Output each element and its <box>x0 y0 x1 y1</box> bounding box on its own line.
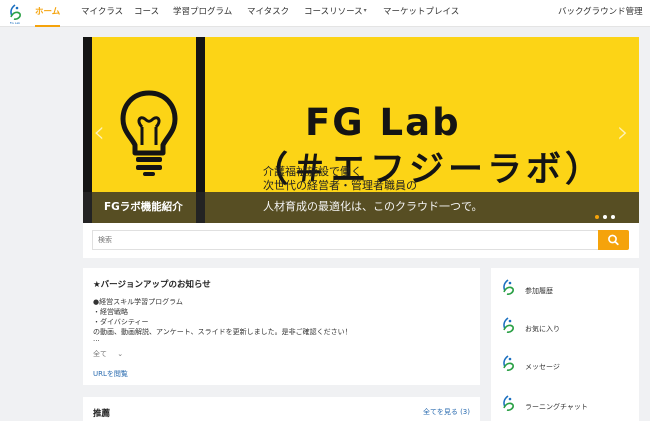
search-icon <box>608 234 619 246</box>
hero-banner[interactable]: FG Lab （＃エフジーラボ） 介護福祉施設で働く 次世代の経営者・管理者職員… <box>83 37 639 223</box>
nav-learning-program-label: 学習プログラム <box>173 7 233 17</box>
side-item-label: ラーニングチャット <box>525 403 588 411</box>
nav-course[interactable]: コース <box>134 0 159 27</box>
carousel-next-icon[interactable]: › <box>617 115 629 150</box>
announcement-ellipsis: ... <box>93 335 100 343</box>
carousel-prev-icon[interactable]: ‹ <box>93 115 105 150</box>
expand-all-toggle[interactable]: 全て ⌄ <box>93 349 123 359</box>
announcement-line: ・ダイバシティー <box>93 318 149 326</box>
nav-marketplace-label: マーケットプレイス <box>383 7 460 17</box>
side-item-favorites[interactable]: お気に入り <box>491 310 639 348</box>
announcement-card: ★バージョンアップのお知らせ ●経営スキル学習プログラム ・経営戦略 ・ダイバシ… <box>83 268 480 385</box>
fg-logo-icon <box>503 395 514 411</box>
announcement-body: ●経営スキル学習プログラム ・経営戦略 ・ダイバシティー の動画、動画解説、アン… <box>93 297 352 337</box>
chevron-down-icon: ⌄ <box>117 350 124 358</box>
side-item-learning-chat[interactable]: ラーニングチャット <box>491 388 639 421</box>
fg-logo-icon <box>503 279 514 295</box>
banner-caption-title: FGラボ機能紹介 <box>104 201 183 213</box>
logo-text: FG Lab <box>10 21 21 25</box>
nav-my-class-label: マイクラス <box>81 7 124 17</box>
nav-marketplace[interactable]: マーケットプレイス <box>383 0 459 27</box>
side-item-label: お気に入り <box>525 325 560 333</box>
fg-logo-icon <box>503 355 514 371</box>
recommend-card: 推薦 全てを見る (3) <box>83 397 480 421</box>
announcement-line: の動画、動画解説、アンケート、スライドを更新しました。是非ご確認ください！ <box>93 328 352 336</box>
carousel-dot[interactable] <box>595 215 599 219</box>
announcement-line: ・経営戦略 <box>93 308 128 316</box>
side-item-messages[interactable]: メッセージ <box>491 348 639 386</box>
nav-my-class[interactable]: マイクラス <box>81 0 123 27</box>
search-button[interactable] <box>598 230 629 250</box>
fg-logo-icon <box>503 317 514 333</box>
carousel-dot[interactable] <box>603 215 607 219</box>
chevron-down-icon: ▾ <box>363 7 367 14</box>
nav-my-task-label: マイタスク <box>247 7 290 17</box>
nav-my-task[interactable]: マイタスク <box>247 0 289 27</box>
announcement-line: ●経営スキル学習プログラム <box>93 298 183 306</box>
view-url-link[interactable]: URLを閲覧 <box>93 369 128 379</box>
light-bulb-icon <box>120 90 178 176</box>
nav-learning-program[interactable]: 学習プログラム <box>173 0 232 27</box>
side-item-label: メッセージ <box>525 363 560 371</box>
fg-lab-logo[interactable]: FG Lab <box>4 3 26 25</box>
nav-course-resources[interactable]: コースリソース▾ <box>304 0 367 27</box>
carousel-dot[interactable] <box>611 215 615 219</box>
nav-home[interactable]: ホーム <box>35 0 61 27</box>
carousel-indicators <box>591 204 615 223</box>
recommend-title: 推薦 <box>93 409 111 419</box>
see-all-link[interactable]: 全てを見る (3) <box>423 407 470 417</box>
banner-title-line1: FG Lab <box>305 101 461 144</box>
side-item-participation-history[interactable]: 参加履歴 <box>491 272 639 310</box>
side-menu: 参加履歴 お気に入り メッセージ ラーニングチャット <box>491 268 639 421</box>
expand-all-label: 全て <box>93 350 107 358</box>
top-navigation: FG Lab ホーム マイクラス コース 学習プログラム マイタスク コースリソ… <box>0 0 650 27</box>
nav-background-admin-label: バックグラウンド管理 <box>558 7 643 17</box>
announcement-title: ★バージョンアップのお知らせ <box>93 280 211 290</box>
nav-course-label: コース <box>134 7 160 17</box>
banner-sub-line2: 次世代の経営者・管理者職員の <box>263 179 417 192</box>
search-input[interactable] <box>92 230 599 250</box>
side-item-label: 参加履歴 <box>525 287 553 295</box>
nav-home-label: ホーム <box>35 7 61 17</box>
banner-sub-line1: 介護福祉施設で働く <box>263 165 362 178</box>
search-bar <box>83 223 639 258</box>
banner-subtitle: 介護福祉施設で働く 次世代の経営者・管理者職員の <box>263 165 417 193</box>
nav-course-resources-label: コースリソース <box>304 7 363 17</box>
banner-sub-line3: 人材育成の最適化は、このクラウド一つで。 <box>263 200 483 213</box>
nav-background-admin[interactable]: バックグラウンド管理 <box>558 0 643 27</box>
